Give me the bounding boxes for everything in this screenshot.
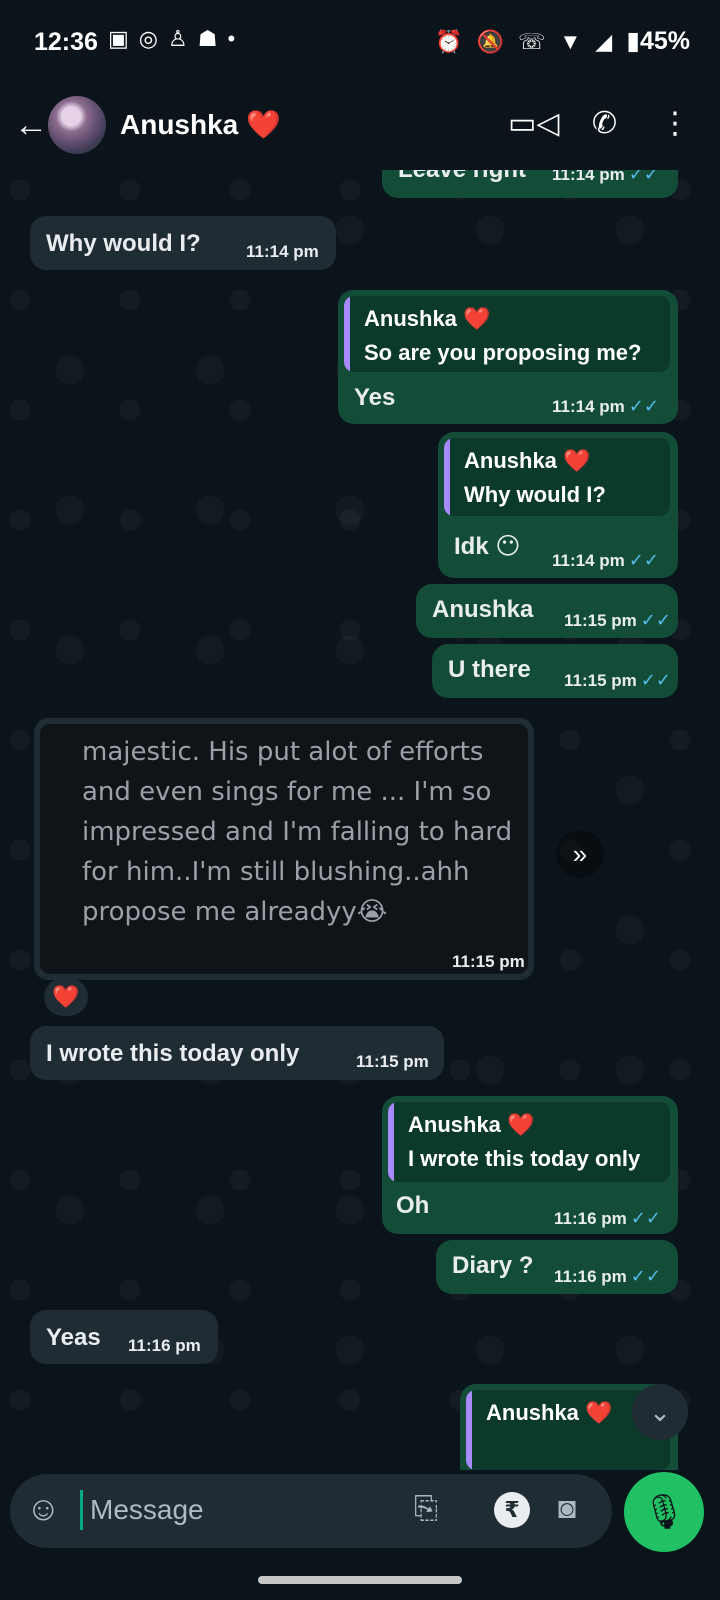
message-text: Yeas [46, 1324, 101, 1351]
scroll-down-icon[interactable]: ⌄ [632, 1384, 688, 1440]
quote-author: Anushka ❤️ [408, 1112, 535, 1137]
message-time: 11:14 pm ✓✓ [552, 396, 659, 416]
quote-bar [388, 1102, 394, 1182]
avatar[interactable] [48, 96, 106, 154]
mic-icon: 🎙 [642, 1493, 686, 1531]
message-time: 11:16 pm ✓✓ [554, 1208, 661, 1228]
status-time: 12:36 [34, 28, 98, 56]
video-call-icon[interactable]: ▭◁ [508, 106, 559, 141]
attach-icon[interactable]: ⎘ [414, 1492, 438, 1526]
more-icon[interactable]: ⋮ [660, 106, 690, 141]
message-bubble-outgoing[interactable]: U there 11:15 pm ✓✓ [432, 644, 678, 698]
contact-name-text: Anushka [120, 109, 239, 140]
mute-icon: 🔕 [476, 29, 504, 54]
read-ticks-icon: ✓✓ [640, 670, 671, 690]
discord-icon: ☗ [197, 26, 228, 51]
message-bubble-outgoing[interactable]: Anushka ❤️ Why would I? Idk 😶 11:14 pm ✓✓ [438, 432, 678, 578]
home-gesture-bar[interactable] [258, 1576, 462, 1584]
alarm-icon: ⏰ [435, 29, 463, 54]
message-field[interactable]: ☺ Message ⎘ ₹ ◙ [10, 1474, 612, 1548]
message-bubble-outgoing[interactable]: Diary ? 11:16 pm ✓✓ [436, 1240, 678, 1294]
message-bubble-outgoing[interactable]: Anushka ❤️ So are you proposing me? Yes … [338, 290, 678, 424]
notification-icons: ▣◎♙☗• [108, 26, 245, 52]
message-time: 11:14 pm ✓✓ [552, 550, 659, 570]
message-text: Oh [396, 1192, 430, 1219]
emoji-icon[interactable]: ☺ [26, 1490, 61, 1529]
message-time: 11:14 pm [246, 242, 319, 261]
reaction-badge[interactable]: ❤️ [44, 978, 88, 1016]
image-text: majestic. His put alot of efforts and ev… [82, 737, 513, 927]
message-time: 11:15 pm ✓✓ [564, 610, 671, 630]
status-right: ⏰ 🔕 ☏ ▼ ◢ ▮45% [435, 26, 690, 56]
heart-emoji: ❤️ [246, 109, 281, 140]
read-ticks-icon: ✓✓ [640, 610, 671, 630]
signal-icon: ◢ [595, 29, 613, 54]
input-bar: ☺ Message ⎘ ₹ ◙ 🎙 [0, 1472, 720, 1558]
message-time: 11:15 pm [452, 952, 525, 971]
battery-level: 45% [639, 27, 690, 55]
quote-author: Anushka ❤️ [364, 306, 491, 331]
read-ticks-icon: ✓✓ [630, 1208, 661, 1228]
message-time: 11:16 pm ✓✓ [554, 1266, 661, 1286]
phone-call-icon[interactable]: ✆ [592, 106, 617, 141]
dot-icon: • [227, 26, 246, 51]
chat-header: ← Anushka ❤️ ▭◁ ✆ ⋮ [0, 84, 720, 170]
message-time: 11:16 pm [128, 1336, 201, 1355]
read-ticks-icon: ✓✓ [628, 170, 659, 184]
message-time: 11:14 pm ✓✓ [552, 170, 659, 185]
message-text: Idk 😶 [454, 533, 521, 560]
read-ticks-icon: ✓✓ [628, 396, 659, 416]
message-text: I wrote this today only [46, 1040, 300, 1067]
message-bubble-incoming[interactable]: I wrote this today only 11:15 pm [30, 1026, 444, 1080]
quoted-message[interactable]: Anushka ❤️ So are you proposing me? [344, 296, 670, 372]
message-image[interactable]: majestic. His put alot of efforts and ev… [40, 724, 528, 974]
message-bubble-outgoing[interactable]: Anushka 11:15 pm ✓✓ [416, 584, 678, 638]
message-text: Why would I? [46, 230, 201, 257]
mic-button[interactable]: 🎙 [624, 1472, 704, 1552]
message-bubble-incoming[interactable]: Why would I? 11:14 pm [30, 216, 336, 270]
quote-bar [344, 296, 350, 372]
message-text: Diary ? [452, 1252, 534, 1279]
battery-icon: ▮ [626, 27, 640, 55]
message-text: Yes [354, 384, 396, 411]
message-icon: ▣ [108, 26, 139, 51]
message-text: Anushka [432, 596, 534, 623]
image-message[interactable]: majestic. His put alot of efforts and ev… [34, 718, 534, 980]
quote-text: So are you proposing me? [364, 340, 642, 365]
read-ticks-icon: ✓✓ [628, 550, 659, 570]
system-nav-bar [0, 1560, 720, 1600]
quote-text: Why would I? [464, 482, 606, 507]
wifi-icon: ▼ [559, 29, 582, 54]
quote-text: I wrote this today only [408, 1146, 641, 1171]
read-ticks-icon: ✓✓ [630, 1266, 661, 1286]
quoted-message[interactable]: Anushka ❤️ Why would I? [444, 438, 670, 516]
message-bubble-outgoing[interactable]: Anushka ❤️ I wrote this today only Oh 11… [382, 1096, 678, 1234]
back-arrow-icon[interactable]: ← [14, 106, 48, 145]
contact-name[interactable]: Anushka ❤️ [120, 108, 281, 141]
quote-author: Anushka ❤️ [464, 448, 591, 473]
whatsapp-icon: ◎ [138, 26, 168, 51]
message-text: U there [448, 656, 531, 683]
rupee-payment-icon[interactable]: ₹ [494, 1492, 530, 1528]
message-input[interactable]: Message [90, 1494, 204, 1526]
wifi-call-icon: ☏ [517, 29, 546, 54]
forward-icon[interactable]: » [556, 830, 604, 878]
message-time: 11:15 pm [356, 1052, 429, 1071]
quote-bar [444, 438, 450, 516]
quoted-message[interactable]: Anushka ❤️ I wrote this today only [388, 1102, 670, 1182]
message-time: 11:15 pm ✓✓ [564, 670, 671, 690]
camera-icon[interactable]: ◙ [558, 1492, 576, 1526]
status-bar: 12:36 ▣◎♙☗• ⏰ 🔕 ☏ ▼ ◢ ▮45% [0, 0, 720, 84]
quote-author: Anushka ❤️ [486, 1400, 613, 1425]
message-text: Leave right [398, 170, 526, 184]
chat-area[interactable]: Leave right 11:14 pm✓✓ Why would I? 11:1… [0, 170, 720, 1470]
snapchat-icon: ♙ [168, 26, 198, 51]
message-bubble-outgoing[interactable]: Leave right 11:14 pm✓✓ [382, 170, 678, 198]
text-cursor [80, 1490, 83, 1530]
quote-bar [466, 1390, 472, 1470]
message-bubble-incoming[interactable]: Yeas 11:16 pm [30, 1310, 218, 1364]
